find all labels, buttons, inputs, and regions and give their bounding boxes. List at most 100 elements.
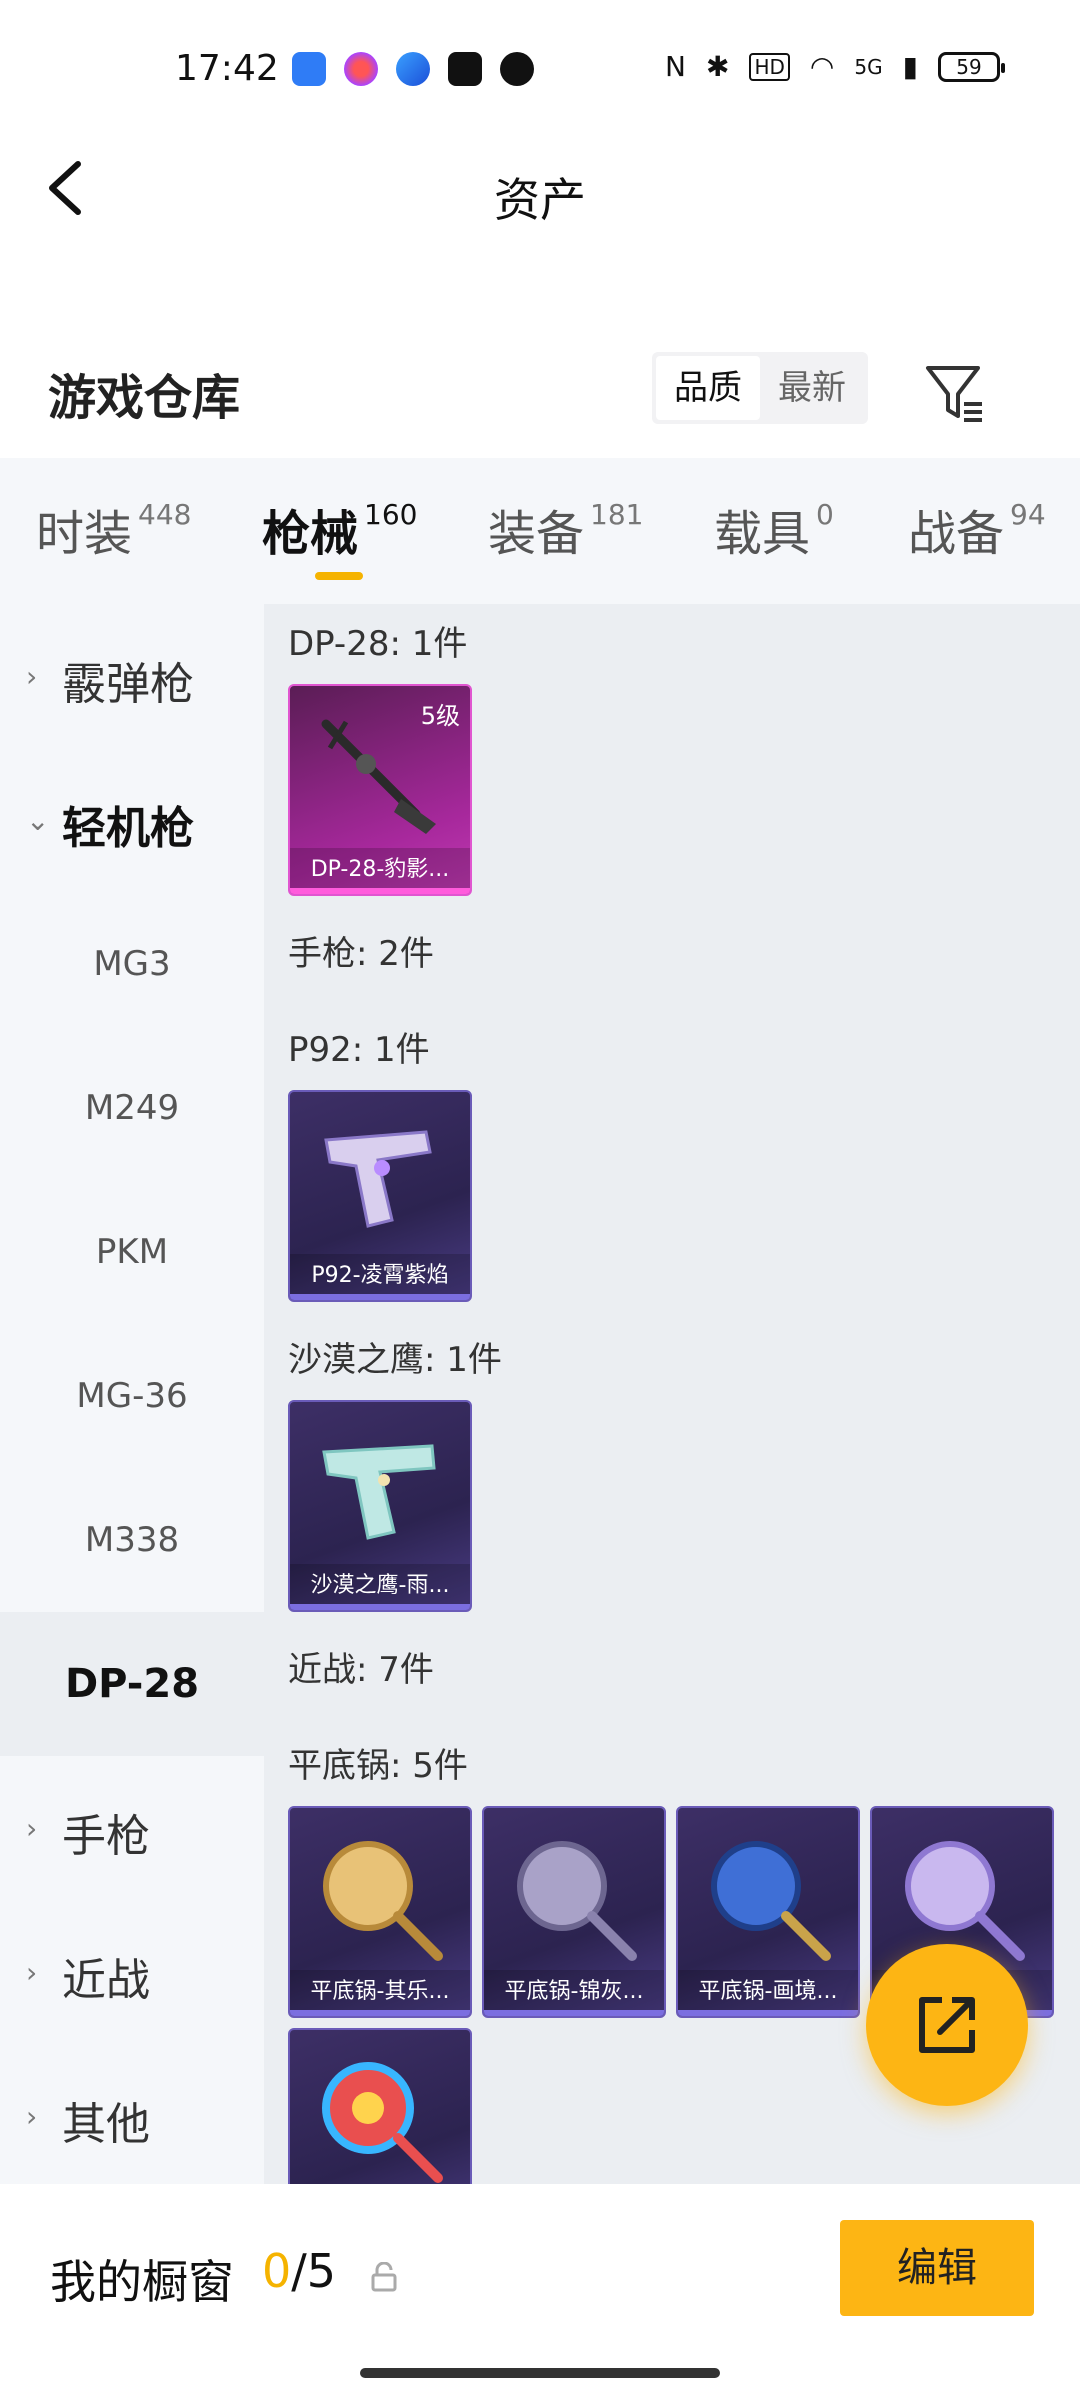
item-card[interactable]: P92-凌霄紫焰 (288, 1090, 472, 1302)
section-title: 沙漠之鹰: 1件 (288, 1340, 502, 1380)
filter-button[interactable] (920, 358, 990, 428)
tab-label: 装备 (488, 506, 585, 562)
sidebar-sub-mg3[interactable]: MG3 (0, 892, 264, 1036)
tab-vehicles[interactable]: 载具 0 (714, 494, 834, 564)
hd-icon: HD (749, 52, 790, 81)
page-title: 资产 (494, 173, 586, 227)
warehouse-title: 游戏仓库 (48, 370, 241, 426)
filter-icon (926, 366, 982, 422)
section-title: 近战: 7件 (288, 1650, 434, 1690)
tab-count: 181 (590, 498, 644, 531)
chevron-down-icon: ⌄ (26, 804, 50, 837)
app-icon-flower (344, 52, 378, 86)
sidebar-item-label: 手枪 (62, 1811, 150, 1862)
lock-icon (371, 2262, 397, 2292)
category-tabs: 时装 448 枪械 160 装备 181 载具 0 战备 94 (0, 458, 1080, 604)
wifi-icon: ◠ (809, 50, 835, 83)
showcase-count-sep: / (291, 2244, 307, 2298)
item-card[interactable]: 5级 DP-28-豹影... (288, 684, 472, 896)
item-name: P92-凌霄紫焰 (290, 1254, 470, 1300)
app-icon-blue (292, 52, 326, 86)
tab-count: 0 (816, 498, 834, 531)
pan-icon (322, 2062, 443, 2183)
bluetooth-icon: ✱ (705, 50, 730, 83)
sidebar-item-label: 近战 (62, 1955, 150, 2006)
item-card[interactable] (288, 2028, 472, 2184)
section-title: 手枪: 2件 (288, 934, 434, 974)
item-name: 沙漠之鹰-雨... (290, 1564, 470, 1610)
chevron-right-icon: › (26, 660, 38, 693)
section-title: 平底锅: 5件 (288, 1746, 468, 1786)
share-external-icon (919, 1997, 975, 2053)
item-card[interactable]: 平底锅-画境... (676, 1806, 860, 2018)
active-tab-indicator (315, 572, 363, 580)
system-icons: N ✱ HD ◠ 5G ▮ 59 (665, 50, 1005, 83)
pan-icon (517, 1841, 637, 1961)
showcase-count-current: 0 (262, 2244, 292, 2298)
sidebar-item-pistol[interactable]: › 手枪 (0, 1756, 264, 1900)
chevron-right-icon: › (26, 2100, 38, 2133)
sidebar-item-melee[interactable]: › 近战 (0, 1900, 264, 2044)
sort-quality-button[interactable]: 品质 (656, 356, 760, 420)
showcase-label: 我的橱窗 (50, 2255, 234, 2309)
sidebar-sub-mg36[interactable]: MG-36 (0, 1324, 264, 1468)
item-card[interactable]: 沙漠之鹰-雨... (288, 1400, 472, 1612)
chevron-right-icon: › (26, 1812, 38, 1845)
edit-button[interactable]: 编辑 (840, 2220, 1034, 2316)
section-title: DP-28: 1件 (288, 624, 468, 664)
sidebar-item-label: 霰弹枪 (62, 659, 194, 710)
app-icon-browser (396, 52, 430, 86)
wechat-icon (500, 52, 534, 86)
page-header: 资产 (0, 130, 1080, 250)
warehouse-header: 游戏仓库 品质 最新 (0, 330, 1080, 450)
pistol-icon (322, 1444, 436, 1540)
item-card[interactable]: 平底锅-其乐... (288, 1806, 472, 2018)
pan-icon (711, 1841, 831, 1961)
showcase-count: 0/5 (262, 2244, 336, 2298)
signal-label: 5G (854, 54, 883, 79)
item-name: 平底锅-画境... (678, 1970, 858, 2016)
section-title: P92: 1件 (288, 1030, 430, 1070)
tab-firearms[interactable]: 枪械 160 (262, 494, 417, 564)
item-name: DP-28-豹影... (290, 848, 470, 894)
tab-count: 448 (138, 498, 192, 531)
tiktok-icon (448, 52, 482, 86)
sidebar-sub-pkm[interactable]: PKM (0, 1180, 264, 1324)
chevron-right-icon: › (26, 1956, 38, 1989)
sort-newest-button[interactable]: 最新 (760, 356, 864, 420)
tab-label: 时装 (36, 506, 133, 562)
pan-icon (323, 1841, 443, 1961)
showcase-count-total: 5 (306, 2244, 337, 2298)
tab-count: 94 (1010, 498, 1046, 531)
item-name: 平底锅-其乐... (290, 1970, 470, 2016)
category-sidebar: › 霰弹枪 ⌄ 轻机枪 MG3 M249 PKM MG-36 M338 DP-2… (0, 604, 264, 2184)
share-fab-button[interactable] (866, 1944, 1028, 2106)
showcase-bar: 我的橱窗 0/5 编辑 (0, 2184, 1080, 2400)
sidebar-sub-m338[interactable]: M338 (0, 1468, 264, 1612)
tab-label: 载具 (714, 506, 811, 562)
sort-toggle: 品质 最新 (652, 352, 868, 424)
battery-icon: 59 (938, 51, 1005, 82)
tab-outfits[interactable]: 时装 448 (36, 494, 191, 564)
nfc-icon: N (665, 50, 686, 83)
sidebar-sub-m249[interactable]: M249 (0, 1036, 264, 1180)
signal-icon: ▮ (902, 50, 918, 83)
sidebar-sub-dp28[interactable]: DP-28 (0, 1612, 264, 1756)
tab-label: 战备 (908, 506, 1005, 562)
sidebar-item-shotgun[interactable]: › 霰弹枪 (0, 604, 264, 748)
item-card[interactable]: 平底锅-锦灰... (482, 1806, 666, 2018)
sidebar-item-label: 其他 (62, 2099, 150, 2150)
home-indicator[interactable] (360, 2368, 720, 2378)
sidebar-item-label: 轻机枪 (62, 803, 194, 854)
item-name: 平底锅-锦灰... (484, 1970, 664, 2016)
tab-supplies[interactable]: 战备 94 (908, 494, 1046, 564)
tab-equipment[interactable]: 装备 181 (488, 494, 643, 564)
sidebar-item-lmg[interactable]: ⌄ 轻机枪 (0, 748, 264, 892)
status-time: 17:42 (175, 48, 279, 89)
sidebar-item-other[interactable]: › 其他 (0, 2044, 264, 2188)
tab-count: 160 (364, 498, 418, 531)
rifle-icon (321, 719, 436, 834)
status-bar: 17:42 N ✱ HD ◠ 5G ▮ 59 (0, 0, 1080, 120)
pistol-icon (324, 1130, 432, 1228)
notification-icons (292, 52, 534, 86)
